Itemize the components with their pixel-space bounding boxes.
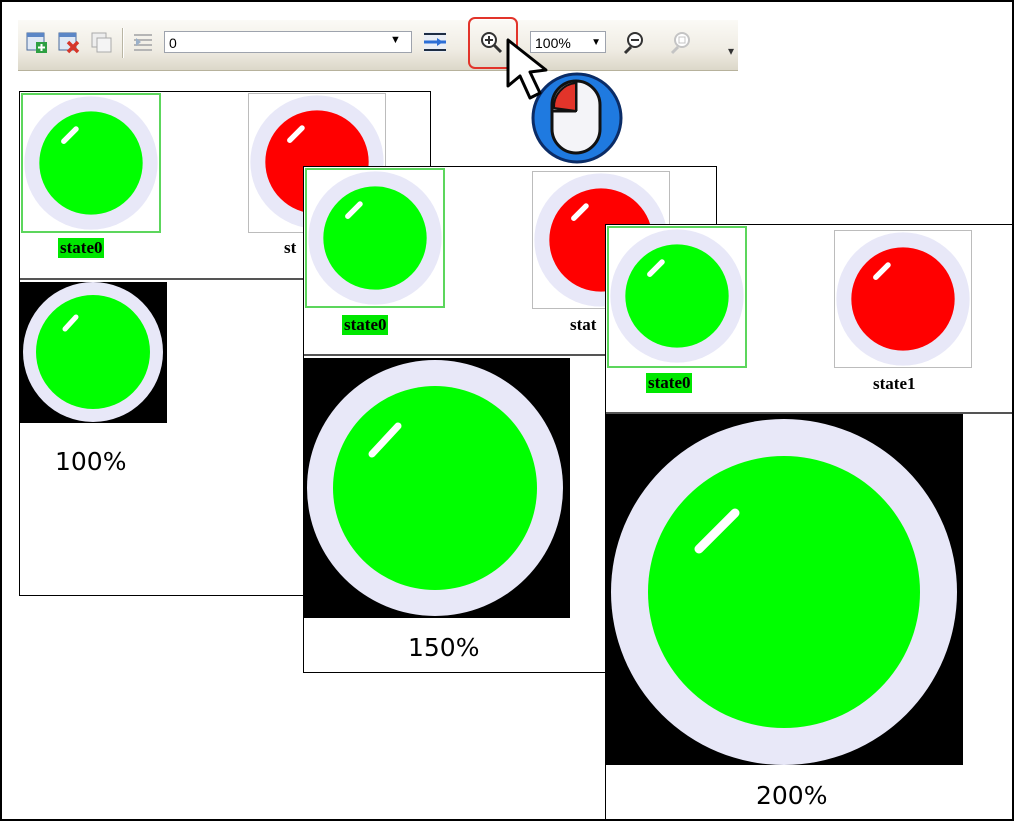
frame-select[interactable]: 0 bbox=[164, 31, 412, 53]
lamp-on-icon bbox=[24, 96, 158, 230]
state1-thumbnail[interactable] bbox=[834, 230, 972, 368]
zoom-label-100: 100% bbox=[55, 447, 127, 476]
zoom-preview-200 bbox=[606, 414, 963, 765]
state0-label: state0 bbox=[58, 238, 105, 258]
state0-thumbnail[interactable] bbox=[607, 226, 747, 368]
state1-label: st bbox=[284, 238, 297, 257]
state0-thumbnail[interactable] bbox=[21, 93, 161, 233]
state0-label: state0 bbox=[646, 373, 693, 393]
app-window: 0 ▼ 100% ▼ ▾ state0 st 100% state0 stat … bbox=[0, 0, 1014, 821]
copy-frame-icon[interactable] bbox=[88, 29, 114, 55]
frame-settings-icon[interactable] bbox=[422, 29, 448, 55]
mouse-click-indicator bbox=[502, 36, 632, 166]
zoom-preview-100 bbox=[20, 282, 167, 423]
state0-thumbnail[interactable] bbox=[305, 168, 445, 308]
state1-label: stat bbox=[570, 315, 597, 334]
toolbar-separator bbox=[122, 28, 123, 58]
delete-frame-icon[interactable] bbox=[56, 29, 82, 55]
toolbar-overflow-icon[interactable]: ▾ bbox=[728, 44, 734, 58]
lamp-on-icon bbox=[610, 229, 744, 363]
lamp-off-icon bbox=[836, 232, 970, 366]
frame-select-value: 0 bbox=[169, 35, 177, 51]
frame-list-icon[interactable] bbox=[130, 29, 156, 55]
state1-label: state1 bbox=[873, 374, 916, 393]
zoom-label-150: 150% bbox=[408, 633, 480, 662]
zoom-reset-icon[interactable] bbox=[668, 29, 694, 55]
state0-label: state0 bbox=[342, 315, 389, 335]
preview-panel-200: state0 state1 200% bbox=[605, 224, 1012, 819]
zoom-preview-150 bbox=[304, 358, 570, 618]
state-list: state0 state1 bbox=[606, 225, 1012, 414]
zoom-label-200: 200% bbox=[756, 781, 828, 810]
lamp-on-icon bbox=[308, 171, 442, 305]
frame-select-dropdown-icon[interactable]: ▼ bbox=[390, 34, 408, 60]
add-frame-icon[interactable] bbox=[24, 29, 50, 55]
